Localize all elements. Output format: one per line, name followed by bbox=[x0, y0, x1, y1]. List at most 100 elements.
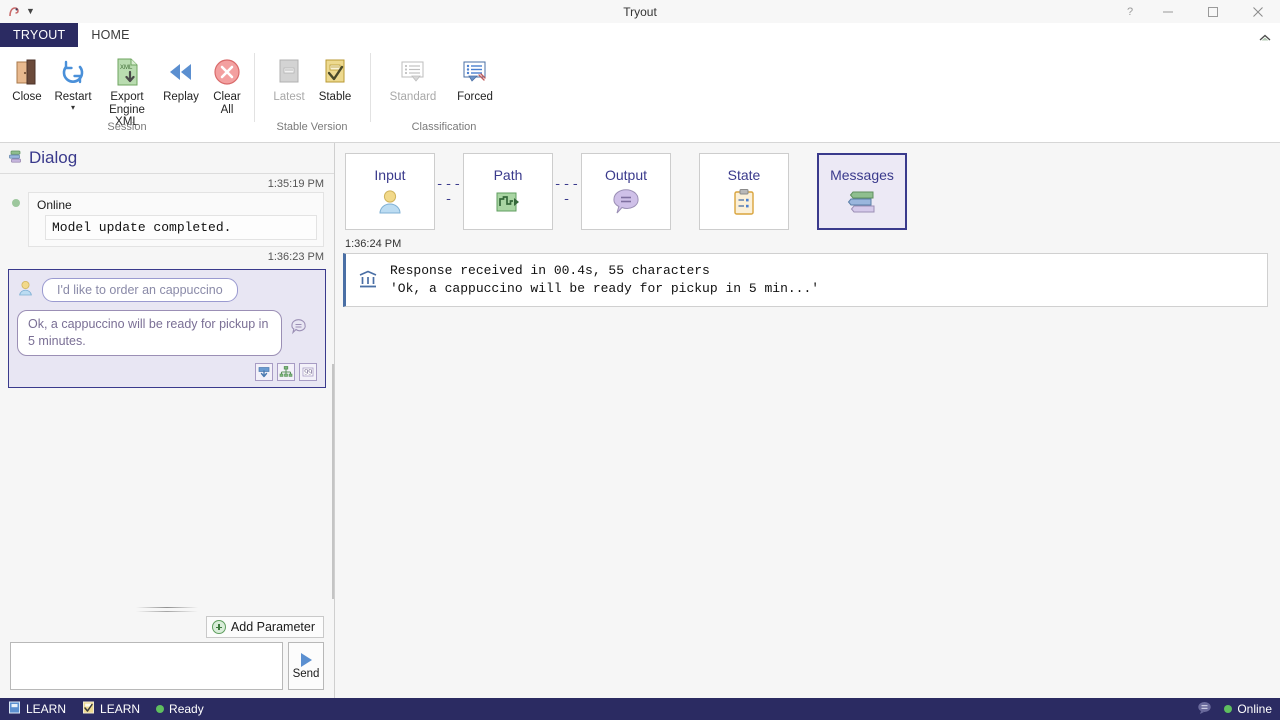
tab-path-label: Path bbox=[493, 166, 523, 183]
bot-message-bubble: Ok, a cappuccino will be ready for picku… bbox=[17, 310, 282, 356]
dialog-scrollbar[interactable] bbox=[332, 364, 334, 599]
tab-state-label: State bbox=[727, 166, 761, 183]
ribbon-group-session: Close Restart ▾ XML Export Engine XML Re… bbox=[0, 47, 254, 142]
tab-input[interactable]: Input bbox=[345, 153, 435, 230]
page-title: Dialog bbox=[29, 148, 78, 167]
list-gray-icon bbox=[398, 55, 428, 89]
hierarchy-icon[interactable] bbox=[277, 363, 295, 381]
download-box-icon[interactable] bbox=[255, 363, 273, 381]
maximize-button[interactable] bbox=[1190, 0, 1235, 23]
chevron-down-icon[interactable]: ▾ bbox=[71, 103, 75, 111]
ribbon-group-stable-label: Stable Version bbox=[276, 121, 348, 133]
forced-button[interactable]: Forced bbox=[444, 51, 506, 104]
replay-button[interactable]: Replay bbox=[158, 51, 204, 104]
chevron-down-icon[interactable]: ▼ bbox=[26, 7, 35, 16]
dialog-timestamp: 1:35:19 PM bbox=[267, 178, 324, 190]
speech-bubble-icon[interactable] bbox=[1197, 701, 1212, 718]
add-parameter-row: Add Parameter bbox=[0, 614, 334, 642]
system-message-body: Model update completed. bbox=[45, 215, 317, 240]
tab-tryout[interactable]: TRYOUT bbox=[0, 23, 79, 47]
ribbon-group-session-label: Session bbox=[107, 121, 147, 133]
ribbon: Close Restart ▾ XML Export Engine XML Re… bbox=[0, 47, 1280, 143]
svg-text:XML: XML bbox=[120, 65, 133, 71]
message-line-1: Response received in 00.4s, 55 character… bbox=[390, 263, 710, 278]
tab-input-label: Input bbox=[374, 166, 406, 183]
dialog-panel-header: Dialog bbox=[0, 143, 334, 173]
status-learn-check[interactable]: LEARN bbox=[82, 701, 140, 717]
speech-bubble-icon bbox=[611, 187, 641, 217]
document-gray-icon bbox=[276, 55, 302, 89]
system-status-label: Online bbox=[37, 198, 72, 212]
latest-button-label: Latest bbox=[273, 91, 305, 103]
restart-button[interactable]: Restart ▾ bbox=[50, 51, 96, 111]
dialog-turn[interactable]: I'd like to order an cappuccino Ok, a ca… bbox=[8, 269, 326, 388]
main-body: Dialog 1:35:19 PM Online Model update co… bbox=[0, 143, 1280, 698]
clear-all-label: Clear All bbox=[213, 91, 241, 116]
messages-list: 1:36:24 PM Response received in 00.4s, 5… bbox=[335, 230, 1280, 698]
list-forced-icon bbox=[460, 55, 490, 89]
window-controls: ? bbox=[1115, 0, 1280, 23]
turn-action-bar: 99 bbox=[17, 363, 317, 381]
title-bar: ▼ Tryout ? bbox=[0, 0, 1280, 23]
message-composer: Send bbox=[0, 642, 334, 698]
tab-home[interactable]: HOME bbox=[78, 23, 143, 47]
stats-icon bbox=[356, 269, 380, 291]
status-online-label: Online bbox=[1237, 702, 1272, 716]
tab-output-label: Output bbox=[604, 166, 648, 183]
message-input[interactable] bbox=[10, 642, 283, 690]
latest-button[interactable]: Latest bbox=[266, 51, 312, 104]
dialog-stack-icon bbox=[8, 149, 23, 167]
open-door-icon bbox=[12, 55, 42, 89]
refresh-icon bbox=[58, 55, 88, 89]
forced-button-label: Forced bbox=[457, 91, 493, 103]
inspector-panel: Input ---- Path ---- Output State Messag… bbox=[335, 143, 1280, 698]
help-button[interactable]: ? bbox=[1115, 0, 1145, 23]
message-row[interactable]: Response received in 00.4s, 55 character… bbox=[343, 253, 1268, 307]
learn-yellow-icon bbox=[82, 701, 95, 717]
application-window: ▼ Tryout ? TRYOUT HOME Close Restart ▾ X… bbox=[0, 0, 1280, 720]
rewind-icon bbox=[166, 55, 196, 89]
status-ready: Ready bbox=[156, 702, 204, 716]
step-connector: ---- bbox=[553, 176, 581, 207]
clear-circle-icon bbox=[213, 55, 241, 89]
close-window-button[interactable] bbox=[1235, 0, 1280, 23]
ribbon-collapse-icon[interactable] bbox=[1258, 33, 1272, 45]
stable-button[interactable]: Stable bbox=[312, 51, 358, 104]
standard-button[interactable]: Standard bbox=[382, 51, 444, 104]
system-message-row: Online Model update completed. bbox=[0, 192, 334, 247]
export-engine-xml-button[interactable]: XML Export Engine XML bbox=[96, 51, 158, 129]
add-parameter-label: Add Parameter bbox=[230, 620, 315, 634]
app-icon bbox=[7, 5, 21, 19]
tab-state[interactable]: State bbox=[699, 153, 789, 230]
plus-circle-icon bbox=[211, 620, 226, 634]
close-button-label: Close bbox=[12, 91, 42, 103]
minimize-button[interactable] bbox=[1145, 0, 1190, 23]
send-button[interactable]: Send bbox=[288, 642, 324, 690]
system-message-card: Online Model update completed. bbox=[28, 192, 324, 247]
status-online: Online bbox=[1224, 702, 1272, 716]
tab-messages-label: Messages bbox=[830, 166, 894, 183]
user-avatar-icon bbox=[375, 187, 405, 217]
quick-access-toolbar[interactable]: ▼ bbox=[0, 5, 35, 19]
document-check-icon bbox=[322, 55, 348, 89]
status-bar: LEARN LEARN Ready Online bbox=[0, 698, 1280, 720]
standard-button-label: Standard bbox=[389, 91, 437, 103]
speech-bubble-icon bbox=[290, 319, 307, 339]
status-learn-model[interactable]: LEARN bbox=[8, 701, 66, 717]
ribbon-group-classification-label: Classification bbox=[411, 121, 477, 133]
close-button[interactable]: Close bbox=[4, 51, 50, 104]
clear-all-button[interactable]: Clear All bbox=[204, 51, 250, 116]
status-learn-model-label: LEARN bbox=[26, 702, 67, 716]
status-learn-check-label: LEARN bbox=[100, 702, 141, 716]
xml-export-icon: XML bbox=[111, 55, 143, 89]
stable-button-label: Stable bbox=[318, 91, 352, 103]
tab-path[interactable]: Path bbox=[463, 153, 553, 230]
panel-divider bbox=[136, 604, 198, 614]
quote-icon[interactable]: 99 bbox=[299, 363, 317, 381]
tab-output[interactable]: Output bbox=[581, 153, 671, 230]
pipeline-steps: Input ---- Path ---- Output State Messag… bbox=[335, 143, 1280, 230]
svg-text:99: 99 bbox=[304, 368, 312, 377]
status-bar-right: Online bbox=[1197, 701, 1272, 718]
add-parameter-button[interactable]: Add Parameter bbox=[205, 616, 324, 638]
tab-messages[interactable]: Messages bbox=[817, 153, 907, 230]
